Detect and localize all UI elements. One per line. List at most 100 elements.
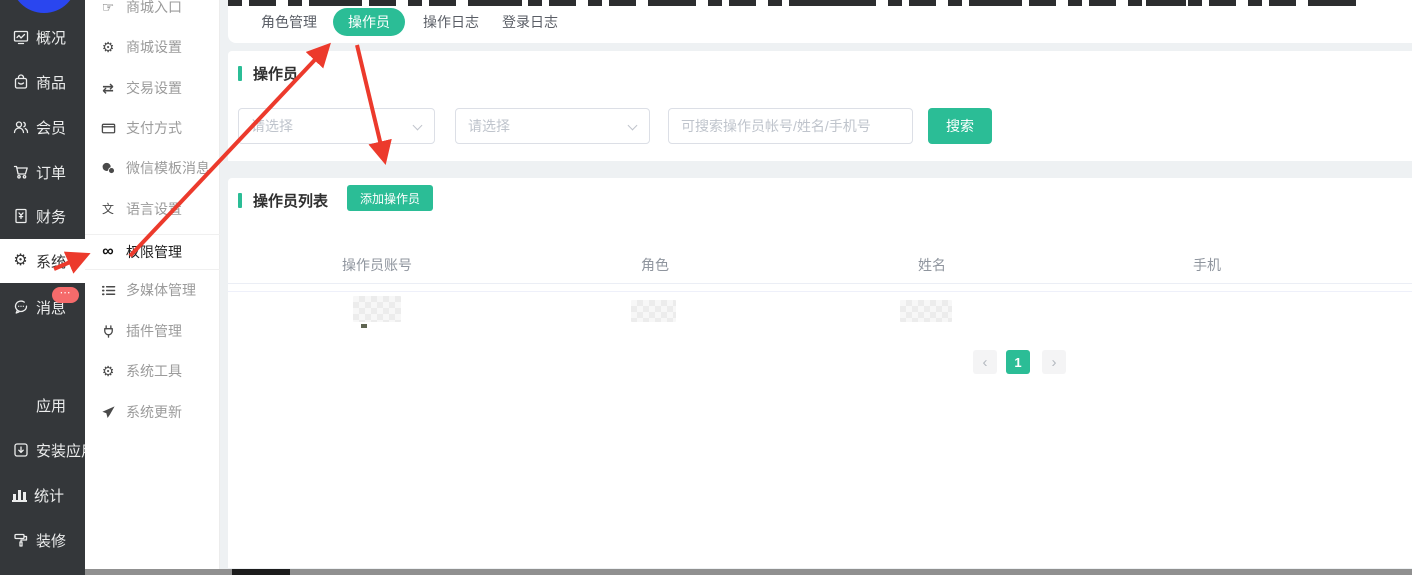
sidebar-item-label: 应用 [36,395,66,416]
clipped-text-strip [228,0,1363,6]
sidebar-item-statistics[interactable]: 统计 [0,473,85,517]
menu-item-shop-settings[interactable]: 商城设置 [85,27,220,67]
pagination-next-button[interactable]: › [1042,350,1066,374]
sidebar-item-label: 订单 [36,162,66,183]
filter-row: 请选择 请选择 搜索 [228,108,1412,144]
sidebar-item-finance[interactable]: 财务 [0,194,85,238]
pagination-prev-button[interactable]: ‹ [973,350,997,374]
menu-item-system-tools[interactable]: 系统工具 [85,351,220,391]
operator-filter-panel: 操作员 请选择 请选择 搜索 [228,51,1412,161]
section-title-accent-bar [238,66,242,81]
pagination-page-1[interactable]: 1 [1006,350,1030,374]
horizontal-scrollbar-track[interactable] [85,569,1412,575]
operator-search-input[interactable] [668,108,913,144]
menu-item-system-update[interactable]: 系统更新 [85,392,220,432]
tab-operation-log[interactable]: 操作日志 [416,12,486,32]
table-header-divider [228,283,1412,284]
menu-item-label: 语言设置 [126,199,182,219]
tools-gear-icon [100,363,116,379]
tab-bar: 角色管理 操作员 操作日志 登录日志 [228,0,1412,43]
col-header-name: 姓名 [918,255,946,275]
menu-item-media-management[interactable]: 多媒体管理 [85,270,220,310]
decoration-paint-roller-icon [12,532,29,549]
col-header-phone: 手机 [1193,255,1221,275]
menu-item-label: 商城设置 [126,37,182,57]
sidebar-item-overview[interactable]: 概况 [0,15,85,59]
section-title-accent-bar [238,193,242,208]
menu-item-plugin-management[interactable]: 插件管理 [85,311,220,351]
sidebar-item-members[interactable]: 会员 [0,105,85,149]
admin-screen: 概况 商品 会员 订单 财务 系统 [0,0,1412,575]
menu-item-label: 商城入口 [126,0,182,17]
bank-card-icon [100,120,116,136]
sidebar-item-install-apps[interactable]: 安装应用 [0,428,85,472]
sidebar-item-system[interactable]: 系统 [0,239,85,283]
system-gear-icon [12,253,29,270]
menu-item-label: 多媒体管理 [126,280,196,300]
plugin-icon [100,323,116,339]
permission-glasses-icon [100,244,116,260]
sidebar-item-label: 装修 [36,530,66,551]
col-header-account: 操作员账号 [342,255,412,275]
menu-item-trade-settings[interactable]: 交易设置 [85,68,220,108]
gear-icon [100,39,116,55]
role-select[interactable]: 请选择 [238,108,435,144]
operator-list-panel: 操作员列表 添加操作员 操作员账号 角色 姓名 手机 ‹ 1 › [228,178,1412,568]
menu-item-wechat-template[interactable]: 微信模板消息 [85,148,220,188]
status-select[interactable]: 请选择 [455,108,650,144]
menu-item-permission-management[interactable]: 权限管理 [85,234,220,270]
goods-icon [12,74,29,91]
menu-item-label: 微信模板消息 [126,158,210,178]
tab-role-management[interactable]: 角色管理 [254,12,324,32]
menu-item-payment-methods[interactable]: 支付方式 [85,108,220,148]
orders-cart-icon [12,164,29,181]
menu-item-label: 系统更新 [126,402,182,422]
chevron-down-icon [413,121,423,131]
members-icon [12,119,29,136]
primary-sidebar: 概况 商品 会员 订单 财务 系统 [0,0,85,575]
redacted-role-cell [631,300,676,322]
logo-avatar[interactable] [11,0,77,13]
menu-item-shop-entry[interactable]: 商城入口 [85,0,220,27]
col-header-role: 角色 [641,255,669,275]
table-row-divider [228,291,1412,292]
redacted-account-cell [353,296,401,322]
menu-item-label: 插件管理 [126,321,182,341]
sidebar-item-label: 财务 [36,206,66,227]
section-title-operator-list: 操作员列表 [238,190,328,211]
menu-item-language-settings[interactable]: 语言设置 [85,189,220,229]
menu-item-label: 权限管理 [126,242,182,262]
secondary-sidebar: 商城入口 商城设置 交易设置 支付方式 微信模板消息 语言设置 权限管理 多媒体 [85,0,220,575]
sidebar-item-label: 商品 [36,72,66,93]
main-content: 角色管理 操作员 操作日志 登录日志 操作员 请选择 请选择 搜索 [228,0,1412,575]
finance-icon [12,208,29,225]
sidebar-item-apps[interactable]: 应用 [0,383,85,427]
apps-grid-icon [12,397,29,414]
tab-login-log[interactable]: 登录日志 [495,12,565,32]
horizontal-scrollbar-thumb[interactable] [232,569,290,575]
sidebar-item-goods[interactable]: 商品 [0,60,85,104]
tab-operator[interactable]: 操作员 [333,8,405,36]
shop-entry-icon [100,0,116,15]
messages-chat-icon [12,299,29,316]
sidebar-item-label: 概况 [36,27,66,48]
sidebar-item-orders[interactable]: 订单 [0,150,85,194]
exchange-icon [100,80,116,96]
search-button[interactable]: 搜索 [928,108,992,144]
menu-item-label: 支付方式 [126,118,182,138]
chevron-down-icon [628,121,638,131]
statistics-icon [12,488,27,502]
paper-plane-icon [100,404,116,420]
sidebar-item-label: 会员 [36,117,66,138]
sidebar-item-decoration[interactable]: 装修 [0,518,85,562]
menu-item-label: 系统工具 [126,361,182,381]
add-operator-button[interactable]: 添加操作员 [347,185,433,211]
media-list-icon [100,282,116,298]
wechat-icon [100,160,116,176]
pagination: ‹ 1 › [973,350,1066,374]
menu-item-label: 交易设置 [126,78,182,98]
table-header-row: 操作员账号 角色 姓名 手机 [228,255,1412,277]
language-icon [100,201,116,217]
section-title-operator: 操作员 [238,63,298,84]
redacted-name-cell [900,300,952,322]
